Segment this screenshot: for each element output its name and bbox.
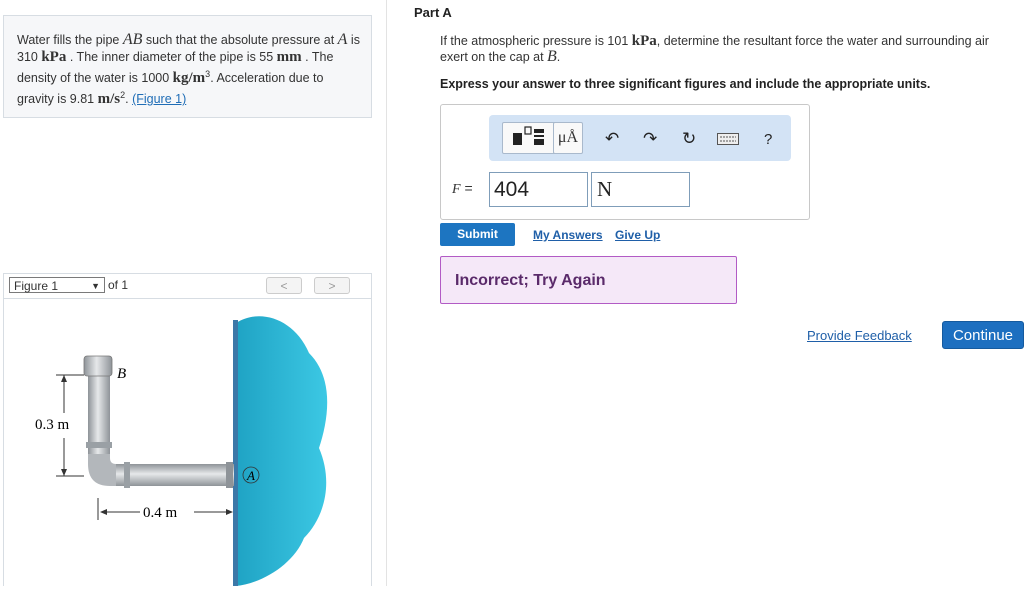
dim-horizontal: 0.4 m	[143, 505, 178, 521]
answer-unit-input[interactable]: N	[591, 172, 690, 207]
math-toolbar: μÅ ↶ ↷ ↻ ?	[489, 115, 791, 161]
instructions: Express your answer to three significant…	[440, 77, 931, 91]
keyboard-icon[interactable]	[717, 133, 739, 145]
pipe-label: AB	[122, 31, 143, 48]
problem-text-part: . The inner diameter of the pipe is 55	[66, 50, 277, 64]
redo-icon[interactable]: ↷	[643, 129, 657, 149]
problem-text-part: Water fills the pipe	[17, 33, 123, 47]
question-part: .	[556, 50, 561, 64]
figure-select-value: Figure 1	[14, 279, 59, 293]
horizontal-pipe	[114, 464, 234, 486]
label-b: B	[117, 366, 126, 382]
label-a: A	[246, 468, 255, 483]
reset-icon[interactable]: ↻	[682, 129, 696, 149]
problem-text-part: such that the absolute pressure at	[142, 33, 338, 47]
pipe-cap	[83, 355, 113, 377]
vertical-pipe	[88, 364, 110, 454]
provide-feedback-link[interactable]: Provide Feedback	[807, 328, 912, 343]
units-button[interactable]: μÅ	[553, 122, 583, 154]
unit-kpa: kPa	[41, 49, 67, 65]
part-title: Part A	[414, 5, 452, 20]
problem-text: Water fills the pipe AB such that the ab…	[17, 31, 362, 108]
point-label: B	[547, 48, 557, 65]
unit-density: kg/m	[172, 70, 206, 87]
question-text: If the atmospheric pressure is 101 kPa, …	[440, 33, 1020, 65]
figure-select[interactable]: Figure 1 ▼	[9, 277, 105, 293]
continue-button[interactable]: Continue	[942, 321, 1024, 349]
chevron-right-icon: >	[328, 279, 336, 293]
answer-label: F =	[452, 180, 473, 197]
figure-header: Figure 1 ▼ of 1 < >	[3, 273, 372, 299]
next-figure-button[interactable]: >	[314, 277, 350, 294]
my-answers-link[interactable]: My Answers	[533, 228, 603, 242]
units-icon: μÅ	[557, 129, 579, 146]
question-part: If the atmospheric pressure is 101	[440, 34, 632, 48]
chevron-left-icon: <	[280, 279, 288, 293]
figure-area: A B 0.3 m 0.4 m	[3, 298, 372, 586]
prev-figure-button[interactable]: <	[266, 277, 302, 294]
give-up-link[interactable]: Give Up	[615, 228, 660, 242]
figure-count: of 1	[108, 278, 129, 292]
answer-value-input[interactable]: 404	[489, 172, 588, 207]
submit-button[interactable]: Submit	[440, 223, 515, 246]
point-label: A	[337, 31, 348, 48]
column-divider	[386, 0, 387, 586]
dropdown-arrow-icon: ▼	[91, 281, 100, 291]
problem-statement-box: Water fills the pipe AB such that the ab…	[3, 15, 372, 118]
unit-gravity: m/s	[97, 91, 121, 108]
feedback-text: Incorrect; Try Again	[455, 272, 606, 289]
unit-mm: mm	[276, 49, 302, 65]
water-tank	[236, 316, 328, 586]
undo-icon[interactable]: ↶	[605, 129, 619, 149]
answer-box: μÅ ↶ ↷ ↻ ? F = 404 N	[440, 104, 810, 220]
pipe-figure: A B 0.3 m 0.4 m	[35, 316, 328, 586]
feedback-box: Incorrect; Try Again	[440, 256, 737, 304]
dim-vertical: 0.3 m	[35, 417, 70, 433]
templates-icon	[513, 126, 544, 145]
unit-kpa: kPa	[631, 33, 657, 49]
help-icon[interactable]: ?	[764, 131, 772, 148]
figure-link[interactable]: (Figure 1)	[132, 92, 186, 106]
tank-wall	[233, 320, 238, 586]
templates-button[interactable]	[502, 122, 558, 154]
